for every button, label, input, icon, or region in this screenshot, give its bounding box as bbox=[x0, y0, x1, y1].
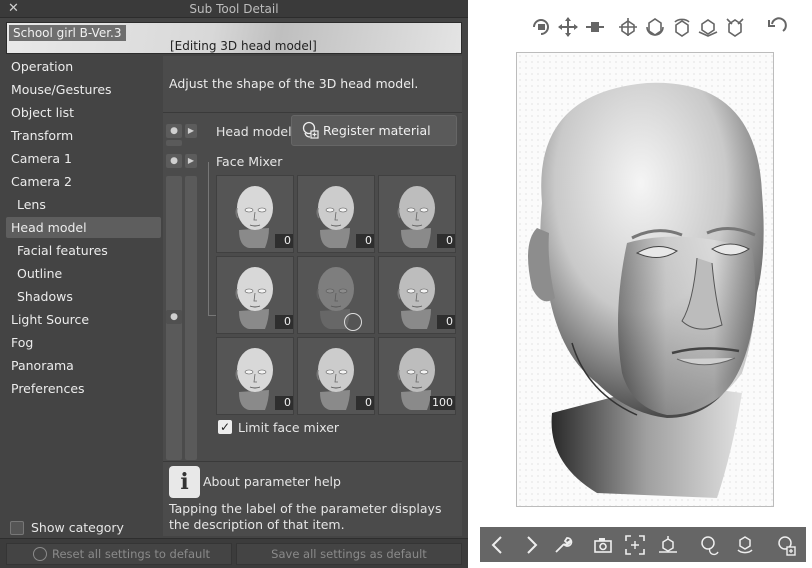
3d-canvas[interactable] bbox=[516, 52, 774, 507]
row-bar bbox=[166, 140, 182, 146]
face-mixer-value: 0 bbox=[356, 396, 374, 410]
rotate-object-y-icon[interactable] bbox=[671, 16, 693, 38]
reset-all-settings-button[interactable]: Reset all settings to default bbox=[6, 543, 232, 565]
help-text: Tapping the label of the parameter displ… bbox=[169, 501, 442, 532]
pan-camera-icon[interactable] bbox=[557, 16, 579, 38]
sub-tool-detail-dialog: ✕ Sub Tool Detail School girl B-Ver.3 [E… bbox=[0, 0, 468, 568]
face-mixer-thumbnail[interactable]: 100 bbox=[378, 337, 456, 415]
category-item[interactable]: Preferences bbox=[6, 378, 161, 399]
head-model-label: Head model bbox=[216, 124, 292, 139]
fit-view-icon[interactable] bbox=[624, 534, 646, 556]
move-object-icon[interactable] bbox=[617, 16, 639, 38]
face-mixer-value: 0 bbox=[275, 234, 293, 248]
dialog-titlebar: ✕ Sub Tool Detail bbox=[0, 0, 468, 18]
face-mixer-thumbnail[interactable]: 0 bbox=[216, 175, 294, 253]
info-icon: i bbox=[169, 466, 200, 498]
face-mixer-value: 0 bbox=[356, 234, 374, 248]
divider bbox=[163, 461, 462, 462]
reset-rotation-icon[interactable] bbox=[734, 534, 756, 556]
save-all-settings-button[interactable]: Save all settings as default bbox=[236, 543, 462, 565]
category-item[interactable]: Shadows bbox=[6, 286, 161, 307]
scale-object-icon[interactable] bbox=[724, 16, 746, 38]
undo-icon[interactable] bbox=[766, 16, 788, 38]
face-mixer-value: 100 bbox=[430, 396, 455, 410]
category-item[interactable]: Panorama bbox=[6, 355, 161, 376]
eye-icon[interactable]: ● bbox=[166, 154, 182, 168]
camera-toolbar bbox=[530, 16, 790, 40]
face-mixer-label: Face Mixer bbox=[216, 154, 283, 169]
preset-bar: School girl B-Ver.3 [Editing 3D head mod… bbox=[6, 22, 462, 54]
tree-line bbox=[208, 315, 216, 316]
limit-face-mixer-checkbox[interactable]: ✓ bbox=[218, 420, 232, 434]
dialog-bottom-bar: Reset all settings to default Save all s… bbox=[0, 538, 468, 568]
camera-angle-icon[interactable] bbox=[592, 534, 614, 556]
divider bbox=[163, 112, 462, 113]
face-mixer-thumbnail[interactable]: 0 bbox=[378, 256, 456, 334]
3d-viewport bbox=[468, 0, 812, 568]
category-item[interactable]: Camera 2 bbox=[6, 171, 161, 192]
face-mixer-value: 0 bbox=[437, 315, 455, 329]
zoom-camera-icon[interactable] bbox=[584, 16, 606, 38]
face-mixer-thumbnail[interactable]: 0 bbox=[297, 175, 375, 253]
dialog-title: Sub Tool Detail bbox=[189, 2, 279, 16]
category-item[interactable]: Object list bbox=[6, 102, 161, 123]
limit-face-mixer-label: Limit face mixer bbox=[238, 420, 340, 435]
settings-panel: Adjust the shape of the 3D head model. ●… bbox=[163, 56, 462, 536]
register-material-label: Register material bbox=[323, 123, 431, 138]
category-item[interactable]: Head model bbox=[6, 217, 161, 238]
face-mixer-collapse-bar[interactable] bbox=[185, 176, 197, 460]
tree-line bbox=[208, 162, 209, 316]
rotate-object-plane-icon[interactable] bbox=[697, 16, 719, 38]
face-mixer-value: 0 bbox=[437, 234, 455, 248]
face-mixer-thumbnail[interactable] bbox=[297, 256, 375, 334]
show-category-label: Show category bbox=[31, 520, 124, 535]
register-material-icon[interactable] bbox=[775, 534, 797, 556]
ground-icon[interactable] bbox=[657, 534, 679, 556]
category-item[interactable]: Light Source bbox=[6, 309, 161, 330]
category-item[interactable]: Operation bbox=[6, 56, 161, 77]
eye-icon[interactable]: ● bbox=[166, 310, 182, 324]
category-item[interactable]: Transform bbox=[6, 125, 161, 146]
category-item[interactable]: Facial features bbox=[6, 240, 161, 261]
next-icon[interactable] bbox=[520, 534, 542, 556]
face-mixer-value: 0 bbox=[275, 396, 293, 410]
timer-icon bbox=[344, 313, 362, 331]
reset-all-settings-label: Reset all settings to default bbox=[51, 547, 211, 561]
rotate-object-icon[interactable] bbox=[644, 16, 666, 38]
face-mixer-thumbnail[interactable]: 0 bbox=[297, 337, 375, 415]
reset-icon bbox=[33, 547, 47, 561]
expand-icon[interactable]: ▶ bbox=[185, 154, 197, 168]
settings-wrench-icon[interactable] bbox=[552, 534, 574, 556]
panel-description: Adjust the shape of the 3D head model. bbox=[169, 76, 419, 91]
3d-head-model[interactable] bbox=[517, 53, 775, 508]
show-category-checkbox[interactable] bbox=[10, 521, 24, 535]
face-mixer-thumbnail[interactable]: 0 bbox=[216, 337, 294, 415]
eye-icon[interactable]: ● bbox=[166, 124, 182, 138]
face-mixer-thumbnail[interactable]: 0 bbox=[216, 256, 294, 334]
category-item[interactable]: Outline bbox=[6, 263, 161, 284]
viewport-toolbar bbox=[480, 527, 806, 562]
category-list: Operation Mouse/Gestures Object list Transf… bbox=[0, 56, 162, 536]
face-mixer-value: 0 bbox=[275, 315, 293, 329]
register-material-icon bbox=[302, 121, 319, 139]
previous-icon[interactable] bbox=[487, 534, 509, 556]
category-item[interactable]: Camera 1 bbox=[6, 148, 161, 169]
register-material-button[interactable]: Register material bbox=[291, 115, 457, 146]
category-item[interactable]: Mouse/Gestures bbox=[6, 79, 161, 100]
category-item[interactable]: Fog bbox=[6, 332, 161, 353]
head-preset-icon[interactable] bbox=[698, 534, 720, 556]
category-item[interactable]: Lens bbox=[6, 194, 161, 215]
expand-icon[interactable]: ▶ bbox=[185, 124, 197, 138]
preset-name[interactable]: School girl B-Ver.3 bbox=[9, 25, 126, 41]
help-title: About parameter help bbox=[203, 474, 341, 489]
save-all-settings-label: Save all settings as default bbox=[271, 547, 427, 561]
face-mixer-thumbnail[interactable]: 0 bbox=[378, 175, 456, 253]
editing-label: [Editing 3D head model] bbox=[170, 39, 317, 53]
rotate-camera-icon[interactable] bbox=[530, 16, 552, 38]
